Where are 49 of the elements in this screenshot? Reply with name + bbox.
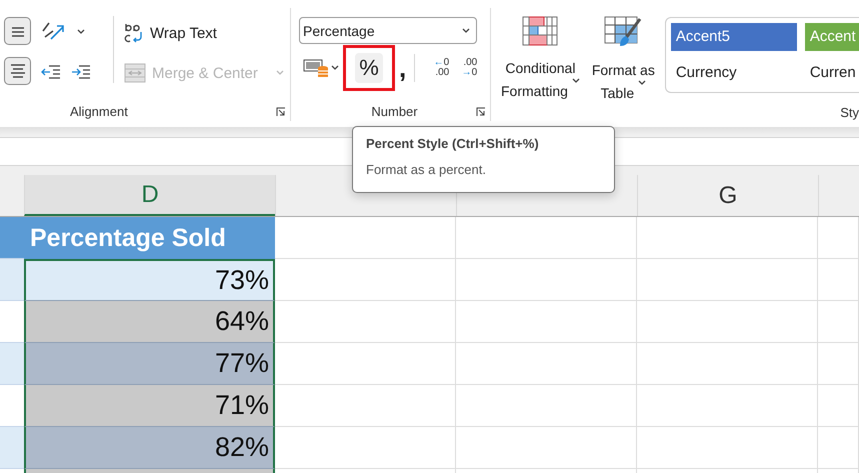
table-cell <box>818 301 859 343</box>
table-cell: 64% <box>24 301 275 343</box>
caret-icon[interactable] <box>77 29 85 35</box>
table-cell <box>818 343 859 385</box>
middle-align-button[interactable] <box>4 17 31 45</box>
table-cell <box>818 427 859 469</box>
column-header[interactable]: D <box>24 175 275 216</box>
decrease-decimal-button[interactable]: .00 →0 <box>451 58 478 78</box>
increase-indent-icon[interactable] <box>71 65 91 79</box>
table-cell: 71% <box>24 385 275 427</box>
center-align-button[interactable] <box>4 57 31 85</box>
caret-icon <box>462 28 470 34</box>
cell-style-item[interactable]: Curren <box>804 59 859 87</box>
table-cell: 73% <box>24 259 275 301</box>
cell-style-item[interactable]: Currency <box>670 59 797 87</box>
tooltip-text: Format as a percent. <box>366 162 487 177</box>
table-header-cell <box>0 217 24 259</box>
accounting-format-icon[interactable] <box>303 57 329 79</box>
table-brush-icon <box>604 16 642 48</box>
conditional-formatting-icon <box>522 16 558 46</box>
comma-style-button[interactable]: , <box>399 53 406 83</box>
caret-icon <box>276 70 284 76</box>
number-format-dropdown[interactable]: Percentage <box>299 17 477 44</box>
group-label: Number <box>371 104 418 118</box>
column-header[interactable]: G <box>637 175 818 216</box>
merge-cells-icon <box>124 63 146 83</box>
caret-icon <box>572 78 580 84</box>
decrease-indent-icon[interactable] <box>41 65 61 79</box>
table-cell: 82% <box>24 427 275 469</box>
group-label: Sty <box>840 104 859 120</box>
dialog-launcher-icon[interactable] <box>276 107 286 117</box>
caret-icon <box>638 80 646 86</box>
table-header-cell: Percentage Sold <box>24 217 275 259</box>
table-cell: 77% <box>24 343 275 385</box>
caret-icon[interactable] <box>331 65 339 71</box>
dialog-launcher-icon[interactable] <box>476 107 486 117</box>
table-cell <box>818 259 859 301</box>
tooltip-title: Percent Style (Ctrl+Shift+%) <box>366 136 540 151</box>
format-as-table-button[interactable]: Format as Table <box>590 16 657 103</box>
table-cell <box>818 217 859 259</box>
wrap-text-button[interactable]: Wrap Text <box>124 20 284 46</box>
increase-decimal-button[interactable]: ←0 .00 <box>423 58 450 78</box>
wrap-text-icon <box>124 22 144 44</box>
percent-style-button[interactable]: % <box>355 53 383 83</box>
cell-style-item[interactable]: Accent5 <box>670 23 797 51</box>
group-label: Alignment <box>70 104 128 118</box>
conditional-formatting-button[interactable]: Conditional Formatting <box>499 16 582 103</box>
center-align-icon <box>10 64 26 78</box>
table-cell <box>818 385 859 427</box>
